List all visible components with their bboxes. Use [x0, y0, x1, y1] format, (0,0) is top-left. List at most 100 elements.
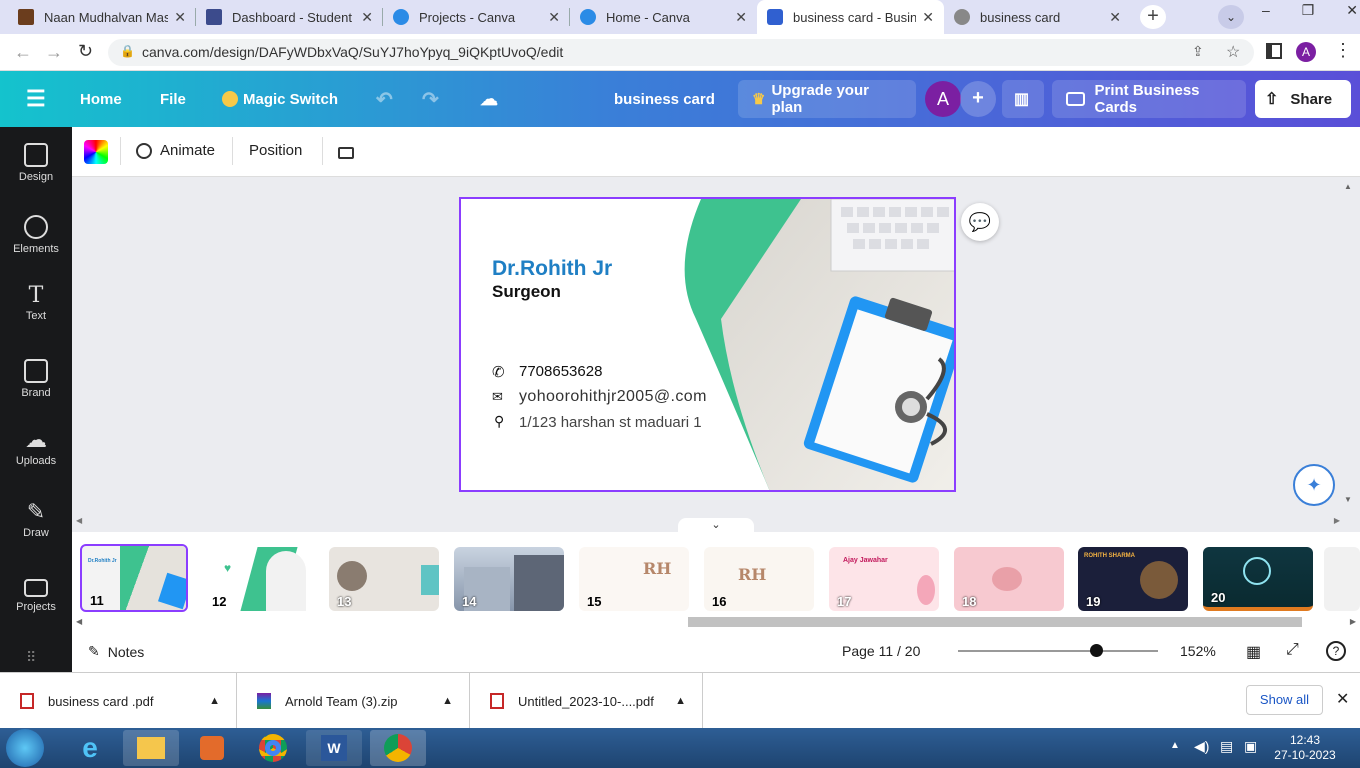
sidebar-item-projects[interactable]: Projects: [0, 559, 72, 629]
back-icon[interactable]: ←: [14, 42, 32, 63]
close-tab-icon[interactable]: ✕: [922, 9, 934, 26]
filmstrip-scrollbar[interactable]: ◀ ▶: [76, 616, 1356, 628]
action-center-icon[interactable]: ▣: [1244, 738, 1257, 755]
magic-switch-button[interactable]: Magic Switch: [222, 71, 338, 127]
page-indicator[interactable]: Page 11 / 20: [842, 643, 920, 659]
page-thumbnail-15[interactable]: RH 15: [579, 547, 689, 611]
sidebar-item-elements[interactable]: Elements: [0, 199, 72, 269]
business-card-design[interactable]: Dr.Rohith Jr Surgeon ✆ 7708653628 ✉ yoho…: [459, 197, 956, 492]
sidebar-item-uploads[interactable]: ☁ Uploads: [0, 415, 72, 485]
share-page-icon[interactable]: ⇪: [1192, 43, 1204, 60]
zoom-level[interactable]: 152%: [1180, 643, 1216, 659]
card-role[interactable]: Surgeon: [492, 282, 561, 302]
notes-button[interactable]: ✎ Notes: [88, 643, 144, 660]
chrome-icon[interactable]: [245, 730, 301, 766]
close-tab-icon[interactable]: ✕: [548, 9, 560, 26]
new-tab-button[interactable]: +: [1140, 5, 1166, 29]
animate-button[interactable]: Animate: [136, 142, 215, 159]
reload-icon[interactable]: ↻: [78, 41, 93, 62]
restore-icon[interactable]: ❐: [1302, 2, 1315, 22]
home-button[interactable]: Home: [80, 71, 122, 127]
browser-tab-active[interactable]: business card - Busines ✕: [757, 0, 944, 34]
file-explorer-icon[interactable]: [123, 730, 179, 766]
page-thumbnail-13[interactable]: 13: [329, 547, 439, 611]
close-tab-icon[interactable]: ✕: [1109, 9, 1121, 26]
download-item[interactable]: Untitled_2023-10-....pdf ▲: [470, 673, 703, 729]
bookmark-star-icon[interactable]: ☆: [1226, 42, 1240, 62]
network-icon[interactable]: ▤: [1220, 738, 1233, 755]
add-page-thumbnail[interactable]: [1324, 547, 1360, 611]
page-thumbnail-20[interactable]: 20: [1203, 547, 1313, 611]
card-name[interactable]: Dr.Rohith Jr: [492, 257, 612, 281]
page-thumbnail-17[interactable]: Ajay Jawahar 17: [829, 547, 939, 611]
minimize-icon[interactable]: –: [1262, 2, 1270, 22]
page-thumbnail-16[interactable]: RH 16: [704, 547, 814, 611]
apps-grid-icon[interactable]: ⠿: [26, 649, 36, 666]
print-business-cards-button[interactable]: Print Business Cards: [1052, 80, 1246, 118]
word-icon[interactable]: W: [306, 730, 362, 766]
browser-menu-icon[interactable]: ⋮: [1334, 40, 1352, 61]
file-menu-button[interactable]: File: [160, 71, 186, 127]
close-window-icon[interactable]: ✕: [1346, 2, 1358, 22]
url-field[interactable]: 🔒 canva.com/design/DAFyWDbxVaQ/SuYJ7hoYp…: [108, 39, 1254, 66]
chrome-profile-icon[interactable]: [370, 730, 426, 766]
sidebar-item-brand[interactable]: Brand: [0, 343, 72, 413]
document-title[interactable]: business card: [614, 71, 715, 127]
volume-icon[interactable]: ◀): [1194, 738, 1209, 755]
system-clock[interactable]: 12:43 27-10-2023: [1270, 733, 1340, 763]
sidepanel-icon[interactable]: [1266, 43, 1282, 59]
position-button[interactable]: Position: [249, 142, 302, 159]
card-address[interactable]: 1/123 harshan st maduari 1: [519, 414, 702, 431]
internet-explorer-icon[interactable]: e: [62, 730, 118, 766]
tray-expand-icon[interactable]: ▲: [1170, 740, 1180, 751]
grid-view-icon[interactable]: ▦: [1246, 642, 1261, 662]
menu-hamburger-icon[interactable]: ☰: [26, 71, 46, 127]
cloud-save-icon[interactable]: ☁: [480, 71, 498, 127]
share-button[interactable]: ⇧ Share: [1255, 80, 1351, 118]
card-phone[interactable]: 7708653628: [519, 363, 602, 380]
show-all-button[interactable]: Show all: [1246, 685, 1323, 715]
start-button[interactable]: [6, 729, 44, 767]
page-thumbnail-14[interactable]: 14: [454, 547, 564, 611]
invite-plus-button[interactable]: +: [960, 81, 996, 117]
close-tab-icon[interactable]: ✕: [174, 9, 186, 26]
chevron-up-icon[interactable]: ▲: [442, 695, 453, 707]
user-avatar[interactable]: A: [925, 81, 961, 117]
vertical-scrollbar[interactable]: ▲ ▼: [1344, 182, 1356, 512]
insights-chart-icon[interactable]: ▥: [1002, 80, 1044, 118]
browser-tab[interactable]: Home - Canva ✕: [570, 0, 757, 34]
forward-icon[interactable]: →: [45, 42, 63, 63]
sidebar-item-draw[interactable]: ✎ Draw: [0, 487, 72, 557]
magic-assistant-button[interactable]: ✦: [1293, 464, 1335, 506]
zoom-slider-track[interactable]: [958, 650, 1158, 652]
help-icon[interactable]: ?: [1326, 641, 1346, 661]
page-thumbnail-12[interactable]: ♥ 12: [204, 547, 314, 611]
page-thumbnail-19[interactable]: ROHITH SHARMA 19: [1078, 547, 1188, 611]
browser-tab[interactable]: Projects - Canva ✕: [383, 0, 570, 34]
color-picker-swatch[interactable]: [84, 140, 108, 164]
media-player-icon[interactable]: [184, 730, 240, 766]
lock-icon[interactable]: [338, 147, 354, 159]
chevron-up-icon[interactable]: ▲: [675, 695, 686, 707]
download-item[interactable]: Arnold Team (3).zip ▲: [237, 673, 470, 729]
profile-avatar[interactable]: A: [1296, 42, 1316, 62]
card-email[interactable]: yohoorohithjr2005@.com: [519, 388, 707, 406]
zoom-slider-handle[interactable]: [1090, 644, 1103, 657]
close-downloads-icon[interactable]: ✕: [1336, 689, 1349, 709]
hide-pages-chevron-icon[interactable]: ⌄: [678, 518, 754, 532]
close-tab-icon[interactable]: ✕: [361, 9, 373, 26]
browser-tab[interactable]: business card ✕: [944, 0, 1131, 34]
sidebar-item-text[interactable]: T Text: [0, 271, 72, 341]
browser-tab[interactable]: Naan Mudhalvan Mass ✕: [8, 0, 196, 34]
browser-tab[interactable]: Dashboard - Student ✕: [196, 0, 383, 34]
download-item[interactable]: business card .pdf ▲: [0, 673, 237, 729]
page-thumbnail-11[interactable]: Dr.Rohith Jr 11: [80, 544, 188, 612]
redo-icon[interactable]: ↷: [422, 71, 439, 127]
close-tab-icon[interactable]: ✕: [735, 9, 747, 26]
sidebar-item-design[interactable]: Design: [0, 127, 72, 197]
fullscreen-icon[interactable]: ⤢: [1286, 641, 1299, 659]
tab-search-button[interactable]: ⌄: [1218, 5, 1244, 29]
undo-icon[interactable]: ↶: [376, 71, 393, 127]
add-comment-button[interactable]: 💬: [961, 203, 999, 241]
page-thumbnail-18[interactable]: 18: [954, 547, 1064, 611]
